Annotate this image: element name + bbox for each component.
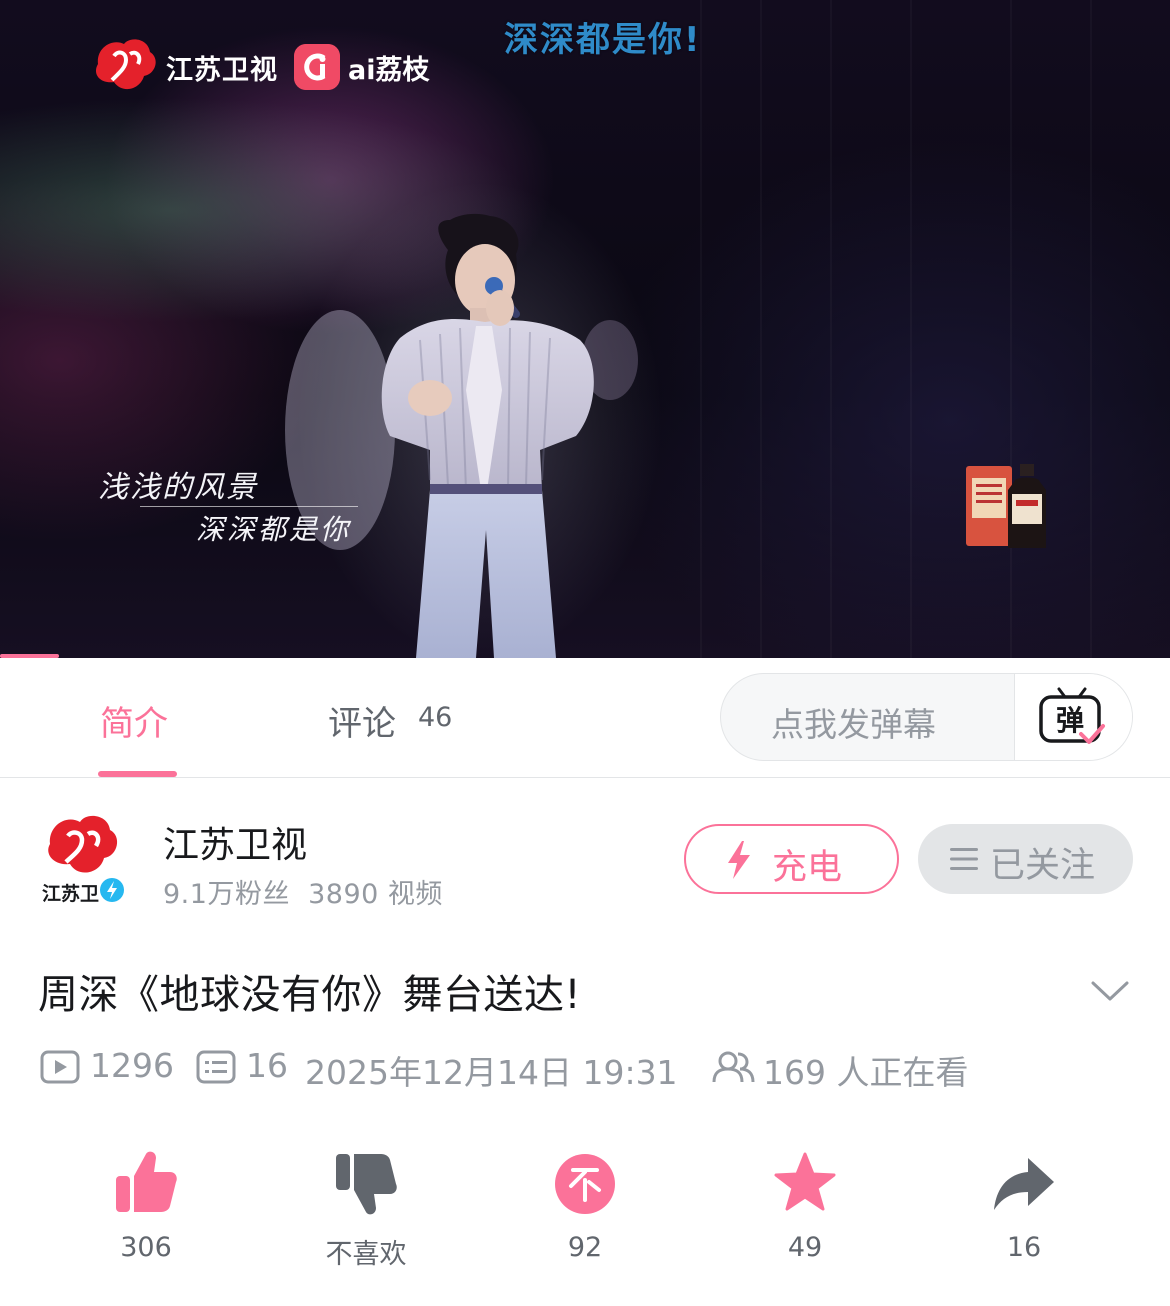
video-meta-row: 1296 16 2025年12月14日 19:31 169 人正在看 <box>40 1046 1140 1092</box>
uploader-name[interactable]: 江苏卫视 <box>163 816 307 868</box>
danmaku-count: 16 <box>246 1046 288 1085</box>
publish-time: 2025年12月14日 19:31 <box>305 1053 678 1092</box>
stage-curtain <box>830 0 832 658</box>
stage-curtain <box>760 0 762 658</box>
tab-active-indicator <box>98 771 177 777</box>
thumbs-up-icon <box>116 1151 177 1212</box>
charge-button-label: 充电 <box>772 848 843 888</box>
sponsor-product-icon <box>966 464 1046 548</box>
avatar-logo-icon: 江苏卫 <box>42 815 126 905</box>
uploader-avatar[interactable]: 江苏卫 <box>40 810 130 906</box>
dislike-label: 不喜欢 <box>325 1239 407 1270</box>
lizhi-logo-icon <box>294 44 340 90</box>
viewers-icon <box>712 1051 755 1083</box>
tab-comments-count[interactable]: 46 <box>418 702 452 733</box>
singer-figure <box>285 213 638 658</box>
like-button[interactable]: 306 <box>76 1148 216 1278</box>
share-arrow-icon <box>994 1158 1054 1210</box>
stage-curtain <box>910 0 912 658</box>
play-count-icon <box>40 1050 80 1084</box>
lyric-divider <box>140 506 358 507</box>
avatar-text: 江苏卫 <box>42 882 99 905</box>
coin-icon <box>555 1154 615 1214</box>
jiangsu-tv-logo-icon <box>95 39 156 90</box>
tab-intro[interactable]: 简介 <box>100 696 168 745</box>
favorite-button[interactable]: 49 <box>735 1148 875 1278</box>
star-icon <box>774 1152 836 1211</box>
play-count: 1296 <box>90 1046 174 1085</box>
stage-curtain <box>700 0 702 658</box>
danmaku-input[interactable]: 点我发弹幕 弹 <box>720 673 1133 761</box>
channel-logo-text: 江苏卫视 <box>166 55 278 86</box>
dislike-button[interactable]: 不喜欢 <box>296 1148 436 1278</box>
lyric-line-1: 浅浅的风景 <box>98 470 258 505</box>
thumbs-down-icon <box>336 1154 397 1215</box>
danmaku-count-icon <box>196 1050 236 1084</box>
chevron-down-icon[interactable] <box>1090 978 1130 1004</box>
coin-button[interactable]: 92 <box>515 1148 655 1278</box>
coin-count: 92 <box>567 1232 603 1263</box>
danmaku-input-placeholder[interactable]: 点我发弹幕 <box>771 698 936 746</box>
menu-lines-icon <box>950 848 978 870</box>
charge-button[interactable]: 充电 <box>684 824 899 894</box>
share-button[interactable]: 16 <box>954 1148 1094 1278</box>
platform-logo-text: ai荔枝 <box>348 55 430 86</box>
video-top-caption: 深深都是你! <box>504 20 702 60</box>
video-player[interactable]: 深深都是你! 江苏卫视 ai荔枝 浅浅的风景 深深都是你 <box>0 0 1170 658</box>
uploader-video-count: 3890 视频 <box>308 879 443 910</box>
followed-button-label: 已关注 <box>990 846 1096 886</box>
lyric-line-2: 深深都是你 <box>196 513 352 546</box>
tab-comments[interactable]: 评论 <box>328 696 396 745</box>
favorite-count: 49 <box>787 1232 823 1263</box>
like-count: 306 <box>120 1232 172 1263</box>
stage-curtain <box>1010 0 1012 658</box>
danmaku-tv-icon: 弹 <box>1039 687 1105 744</box>
danmaku-button-glyph: 弹 <box>1056 704 1084 737</box>
followed-button[interactable]: 已关注 <box>918 824 1133 894</box>
uploader-fans: 9.1万粉丝 <box>163 879 290 910</box>
stage-curtain <box>1090 0 1092 658</box>
detail-tab-bar: 简介 评论 46 点我发弹幕 弹 <box>0 658 1170 778</box>
lightning-icon <box>728 841 750 879</box>
danmaku-toggle-button[interactable]: 弹 <box>1014 674 1132 760</box>
video-title: 周深《地球没有你》舞台送达! <box>38 972 582 1018</box>
uploader-stats: 9.1万粉丝 3890 视频 <box>163 872 443 911</box>
share-count: 16 <box>1006 1232 1042 1263</box>
watching-now: 169 人正在看 <box>763 1053 969 1092</box>
